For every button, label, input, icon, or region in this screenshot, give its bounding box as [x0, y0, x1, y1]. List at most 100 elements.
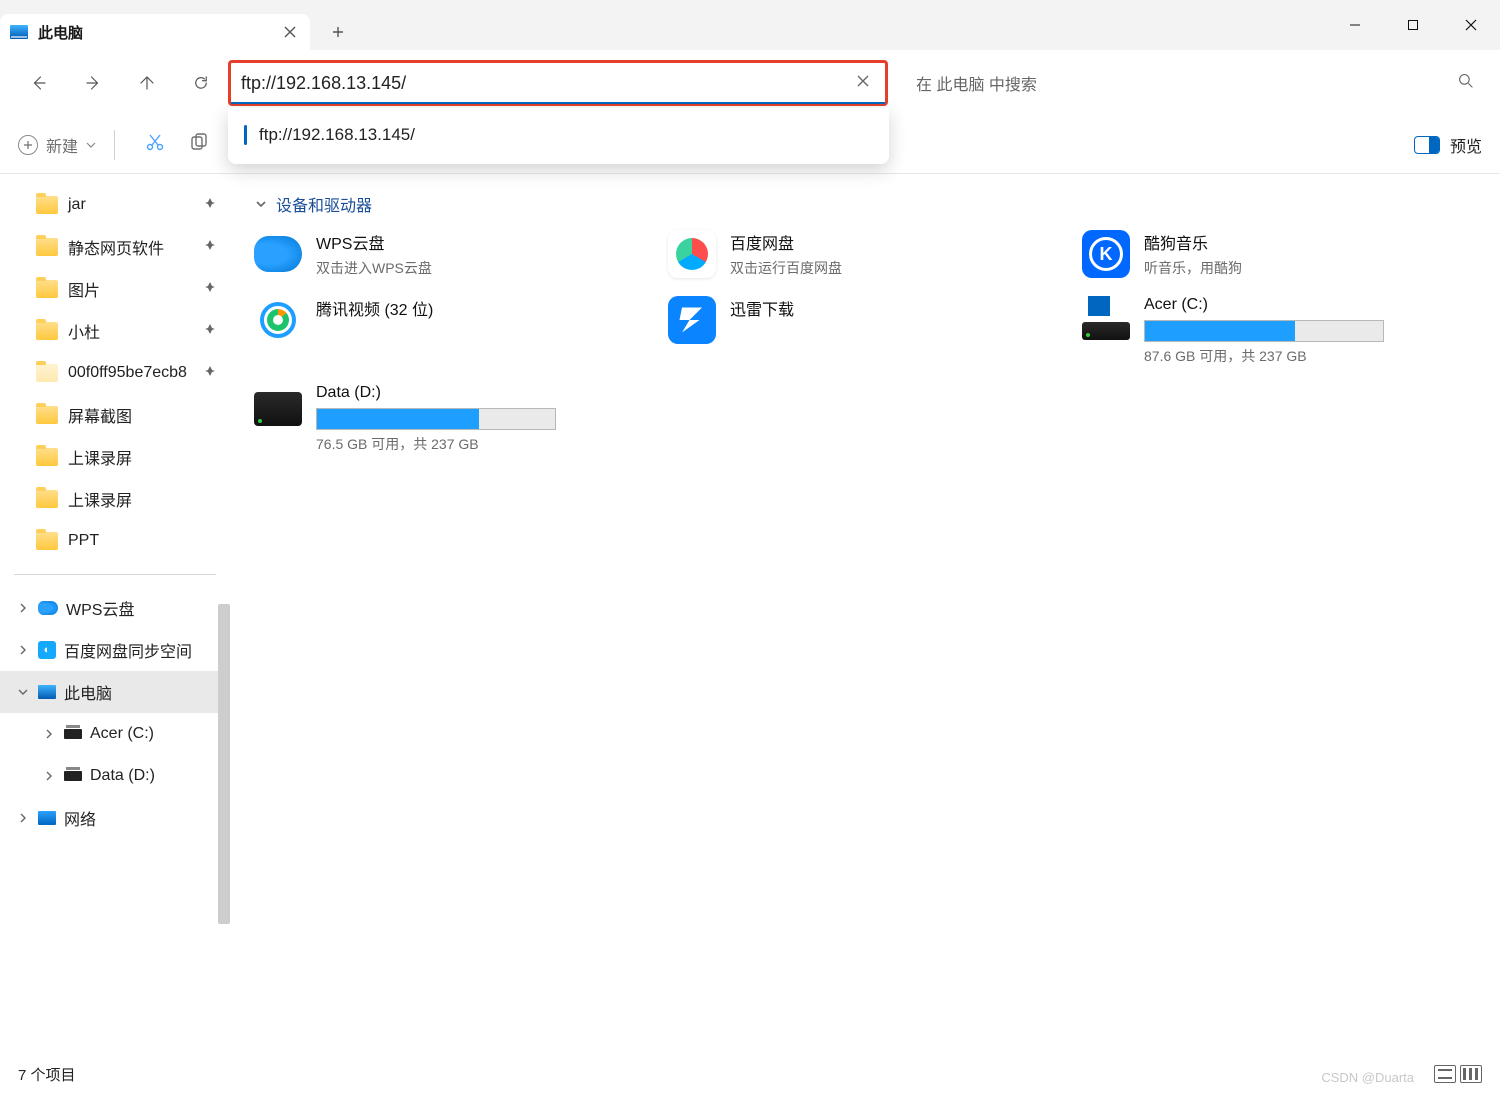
new-button[interactable]: 新建	[18, 133, 96, 157]
sidebar-item-label: 静态网页软件	[68, 235, 164, 259]
watermark: CSDN @Duarta	[1321, 1070, 1414, 1085]
section-devices-header[interactable]: 设备和驱动器	[254, 192, 1476, 216]
card-subtitle: 双击进入WPS云盘	[316, 258, 432, 278]
forward-button[interactable]	[66, 59, 120, 107]
clear-address-button[interactable]	[851, 74, 875, 92]
section-title: 设备和驱动器	[276, 192, 372, 216]
card-baidu[interactable]: 百度网盘 双击运行百度网盘	[668, 230, 1062, 278]
address-input[interactable]	[241, 73, 851, 94]
preview-toggle[interactable]: 预览	[1414, 133, 1482, 157]
separator	[114, 130, 115, 160]
card-title: 酷狗音乐	[1144, 230, 1242, 254]
card-title: 腾讯视频 (32 位)	[316, 296, 433, 320]
refresh-icon	[192, 74, 210, 92]
quick-access-screenshots[interactable]: 屏幕截图	[0, 394, 230, 436]
card-xunlei[interactable]: 迅雷下载	[668, 296, 1062, 366]
quick-access-static-web[interactable]: 静态网页软件	[0, 226, 230, 268]
folder-icon	[36, 448, 58, 466]
tencent-video-icon	[254, 296, 302, 344]
quick-access-class-rec2[interactable]: 上课录屏	[0, 478, 230, 520]
folder-icon	[36, 532, 58, 550]
quick-access-hash[interactable]: 00f0ff95be7ecb8	[0, 352, 230, 394]
close-window-button[interactable]	[1442, 0, 1500, 50]
folder-icon	[36, 322, 58, 340]
item-count: 7 个项目	[18, 1064, 76, 1085]
cloud-icon	[38, 601, 58, 615]
xunlei-icon	[668, 296, 716, 344]
drive-space: 76.5 GB 可用，共 237 GB	[316, 434, 556, 454]
card-title: Data (D:)	[316, 384, 556, 402]
tree-wps-cloud[interactable]: WPS云盘	[0, 587, 230, 629]
plus-icon	[332, 26, 344, 38]
new-label: 新建	[46, 133, 78, 157]
sidebar-item-label: Acer (C:)	[90, 725, 154, 743]
card-data-drive[interactable]: Data (D:) 76.5 GB 可用，共 237 GB	[254, 384, 648, 454]
maximize-button[interactable]	[1384, 0, 1442, 50]
minimize-button[interactable]	[1326, 0, 1384, 50]
copy-button[interactable]	[177, 132, 221, 157]
sidebar-item-label: WPS云盘	[66, 596, 134, 620]
folder-icon	[36, 364, 58, 382]
tree-data-drive[interactable]: Data (D:)	[0, 755, 230, 797]
selection-indicator	[244, 125, 247, 145]
suggestion-item[interactable]: ftp://192.168.13.145/	[228, 114, 889, 156]
card-title: Acer (C:)	[1144, 296, 1384, 314]
divider	[14, 574, 216, 575]
quick-access-ppt[interactable]: PPT	[0, 520, 230, 562]
quick-access-jar[interactable]: jar	[0, 184, 230, 226]
sidebar-item-label: 屏幕截图	[68, 403, 132, 427]
folder-icon	[36, 196, 58, 214]
pin-icon	[204, 364, 216, 382]
search-box[interactable]: 在 此电脑 中搜索	[902, 63, 1488, 103]
back-button[interactable]	[12, 59, 66, 107]
sidebar-item-label: 上课录屏	[68, 487, 132, 511]
cut-button[interactable]	[133, 132, 177, 157]
tiles-view-button[interactable]	[1460, 1065, 1482, 1083]
pin-icon	[204, 238, 216, 256]
quick-access-pictures[interactable]: 图片	[0, 268, 230, 310]
refresh-button[interactable]	[174, 59, 228, 107]
pin-icon	[204, 322, 216, 340]
chevron-down-icon	[16, 688, 30, 696]
baidu-icon	[668, 230, 716, 278]
tree-this-pc[interactable]: 此电脑	[0, 671, 230, 713]
tree-acer-drive[interactable]: Acer (C:)	[0, 713, 230, 755]
tree-network[interactable]: 网络	[0, 797, 230, 839]
chevron-right-icon	[42, 728, 56, 740]
arrow-right-icon	[84, 74, 102, 92]
drive-progress	[1144, 320, 1384, 342]
quick-access-xiaodu[interactable]: 小杜	[0, 310, 230, 352]
address-bar[interactable]	[228, 60, 888, 106]
card-title: 百度网盘	[730, 230, 842, 254]
title-bar: 此电脑	[0, 0, 1500, 50]
close-tab-button[interactable]	[284, 26, 296, 38]
card-kugou[interactable]: K 酷狗音乐 听音乐，用酷狗	[1082, 230, 1476, 278]
list-view-button[interactable]	[1434, 1065, 1456, 1083]
scrollbar[interactable]	[218, 604, 230, 924]
folder-icon	[36, 280, 58, 298]
pin-icon	[204, 280, 216, 298]
card-wps-cloud[interactable]: WPS云盘 双击进入WPS云盘	[254, 230, 648, 278]
suggestion-text: ftp://192.168.13.145/	[259, 125, 415, 145]
card-title: 迅雷下载	[730, 296, 794, 320]
chevron-down-icon	[86, 142, 96, 148]
drive-c-icon	[1082, 296, 1130, 344]
drive-progress	[316, 408, 556, 430]
address-suggestions: ftp://192.168.13.145/	[228, 108, 889, 164]
sidebar-item-label: PPT	[68, 532, 99, 550]
window-tab[interactable]: 此电脑	[0, 14, 310, 50]
sidebar-item-label: 上课录屏	[68, 445, 132, 469]
card-subtitle: 双击运行百度网盘	[730, 258, 842, 278]
folder-icon	[36, 406, 58, 424]
card-tencent[interactable]: 腾讯视频 (32 位)	[254, 296, 648, 366]
up-button[interactable]	[120, 59, 174, 107]
chevron-right-icon	[16, 644, 30, 656]
quick-access-class-rec1[interactable]: 上课录屏	[0, 436, 230, 478]
new-tab-button[interactable]	[316, 14, 360, 50]
search-icon	[1458, 73, 1474, 94]
close-icon	[284, 26, 296, 38]
tree-baidu-sync[interactable]: ◐百度网盘同步空间	[0, 629, 230, 671]
card-acer-drive[interactable]: Acer (C:) 87.6 GB 可用，共 237 GB	[1082, 296, 1476, 366]
folder-icon	[36, 238, 58, 256]
sidebar-item-label: Data (D:)	[90, 767, 155, 785]
